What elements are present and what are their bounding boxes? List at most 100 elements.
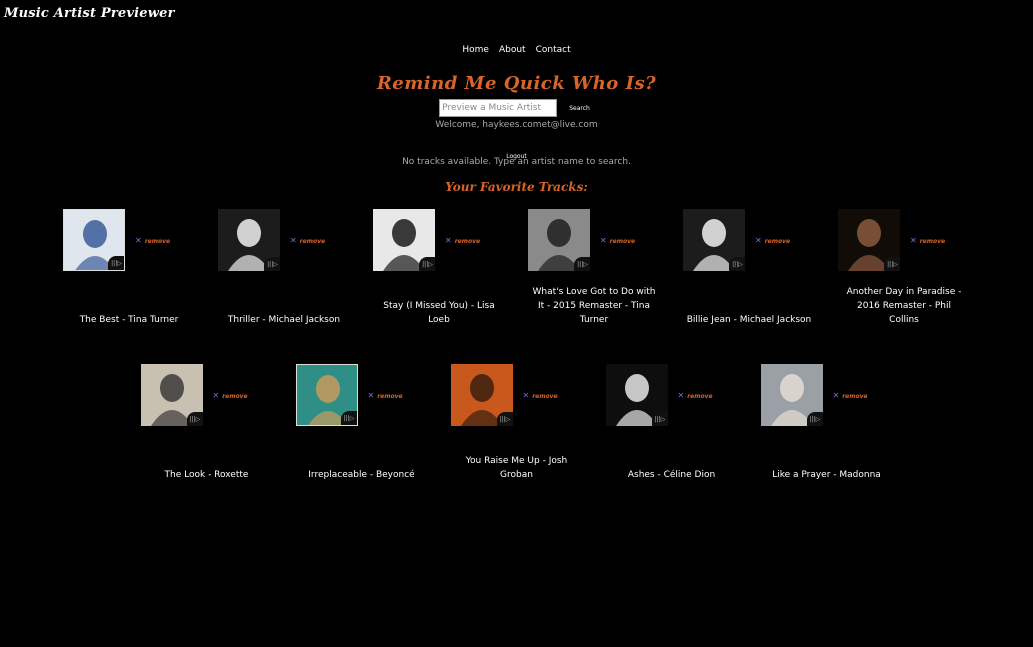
play-icon[interactable]: |||▷	[108, 256, 124, 270]
favorite-track-card: |||▷ ✕ remove Ashes - Céline Dion	[596, 364, 748, 484]
remove-label: remove	[532, 393, 558, 400]
app-title: Music Artist Previewer	[4, 6, 175, 21]
favorite-track-card: |||▷ ✕ remove The Best - Tina Turner	[53, 209, 205, 329]
play-icon[interactable]: |||▷	[574, 257, 590, 271]
track-title-container: Irreplaceable - Beyoncé	[286, 442, 438, 482]
track-title: You Raise Me Up - Josh Groban	[465, 456, 568, 480]
remove-track-button[interactable]: ✕ remove	[135, 236, 170, 245]
favorite-track-card: |||▷ ✕ remove What's Love Got to Do with It…	[518, 209, 670, 329]
close-icon: ✕	[910, 236, 917, 245]
play-icon[interactable]: |||▷	[884, 257, 900, 271]
remove-label: remove	[687, 393, 713, 400]
close-icon: ✕	[522, 391, 530, 400]
close-icon: ✕	[677, 391, 685, 400]
track-title-container: The Best - Tina Turner	[53, 287, 205, 327]
remove-label: remove	[299, 238, 326, 245]
welcome-message: Welcome, haykees.comet@live.com	[435, 120, 598, 130]
album-cover[interactable]: |||▷	[838, 209, 900, 271]
remove-track-button[interactable]: ✕ remove	[755, 236, 790, 245]
close-icon: ✕	[755, 236, 762, 245]
remove-label: remove	[454, 238, 481, 245]
remove-label: remove	[377, 393, 403, 400]
close-icon: ✕	[445, 236, 452, 245]
play-icon[interactable]: |||▷	[264, 257, 280, 271]
artist-search-input[interactable]	[439, 99, 558, 117]
album-cover[interactable]: |||▷	[760, 364, 823, 426]
close-icon: ✕	[135, 236, 142, 245]
remove-label: remove	[919, 238, 946, 245]
close-icon: ✕	[290, 236, 297, 245]
favorite-track-card: |||▷ ✕ remove You Raise Me Up - Josh Groban	[441, 364, 593, 484]
track-title: The Look - Roxette	[164, 470, 249, 480]
remove-track-button[interactable]: ✕ remove	[678, 391, 713, 400]
favorite-track-card: |||▷ ✕ remove Another Day in Paradise - 201…	[828, 209, 980, 329]
track-title-container: Thriller - Michael Jackson	[208, 287, 360, 327]
main-nav: Home About Contact	[0, 45, 1033, 55]
track-title: Billie Jean - Michael Jackson	[686, 315, 812, 325]
nav-home-link[interactable]: Home	[462, 45, 489, 55]
close-icon: ✕	[367, 391, 375, 400]
track-title-container: Stay (I Missed You) - Lisa Loeb	[363, 287, 515, 327]
album-cover[interactable]: |||▷	[373, 209, 435, 271]
album-cover[interactable]: |||▷	[528, 209, 590, 271]
track-title-container: You Raise Me Up - Josh Groban	[441, 442, 593, 482]
album-cover[interactable]: |||▷	[295, 364, 358, 426]
favorite-track-card: |||▷ ✕ remove Irreplaceable - Beyoncé	[286, 364, 438, 484]
search-button[interactable]: Search	[565, 105, 594, 112]
play-icon[interactable]: |||▷	[496, 412, 513, 426]
track-title-container: Like a Prayer - Madonna	[751, 442, 903, 482]
album-cover[interactable]: |||▷	[450, 364, 513, 426]
close-icon: ✕	[212, 391, 220, 400]
track-title: Thriller - Michael Jackson	[227, 315, 341, 325]
search-bar: Search	[0, 99, 1033, 117]
favorite-track-card: |||▷ ✕ remove Like a Prayer - Madonna	[751, 364, 903, 484]
play-icon[interactable]: |||▷	[806, 412, 823, 426]
favorite-track-card: |||▷ ✕ remove Billie Jean - Michael Jackson	[673, 209, 825, 329]
remove-label: remove	[609, 238, 636, 245]
no-tracks-message: No tracks available. Type an artist name…	[402, 157, 631, 167]
track-title-container: Another Day in Paradise - 2016 Remaster …	[828, 287, 980, 327]
remove-track-button[interactable]: ✕ remove	[368, 391, 403, 400]
remove-track-button[interactable]: ✕ remove	[445, 236, 480, 245]
track-title: Another Day in Paradise - 2016 Remaster …	[846, 287, 962, 325]
favorite-track-card: |||▷ ✕ remove Thriller - Michael Jackson	[208, 209, 360, 329]
play-icon[interactable]: |||▷	[186, 412, 203, 426]
track-title-container: The Look - Roxette	[131, 442, 283, 482]
remove-track-button[interactable]: ✕ remove	[600, 236, 635, 245]
nav-contact-link[interactable]: Contact	[536, 45, 571, 55]
play-icon[interactable]: |||▷	[419, 257, 435, 271]
play-icon[interactable]: |||▷	[340, 411, 357, 425]
track-title: Ashes - Céline Dion	[627, 470, 716, 480]
nav-about-link[interactable]: About	[499, 45, 526, 55]
favorite-track-card: |||▷ ✕ remove The Look - Roxette	[131, 364, 283, 484]
remove-label: remove	[764, 238, 791, 245]
track-title: What's Love Got to Do with It - 2015 Rem…	[532, 287, 656, 325]
play-icon[interactable]: |||▷	[729, 257, 745, 271]
album-cover[interactable]: |||▷	[683, 209, 745, 271]
remove-track-button[interactable]: ✕ remove	[213, 391, 248, 400]
favorites-heading: Your Favorite Tracks:	[445, 180, 588, 194]
favorite-track-card: |||▷ ✕ remove Stay (I Missed You) - Lisa Lo…	[363, 209, 515, 329]
remove-label: remove	[144, 238, 171, 245]
album-cover[interactable]: |||▷	[63, 209, 125, 271]
track-title-container: Ashes - Céline Dion	[596, 442, 748, 482]
remove-track-button[interactable]: ✕ remove	[523, 391, 558, 400]
track-title-container: Billie Jean - Michael Jackson	[673, 287, 825, 327]
album-cover[interactable]: |||▷	[140, 364, 203, 426]
remove-track-button[interactable]: ✕ remove	[833, 391, 868, 400]
favorites-row-2: |||▷ ✕ remove The Look - Roxette |||▷ ✕ remove…	[0, 364, 1033, 484]
track-title: The Best - Tina Turner	[79, 315, 179, 325]
remove-label: remove	[222, 393, 248, 400]
close-icon: ✕	[832, 391, 840, 400]
remove-track-button[interactable]: ✕ remove	[290, 236, 325, 245]
album-cover[interactable]: |||▷	[218, 209, 280, 271]
album-cover[interactable]: |||▷	[605, 364, 668, 426]
play-icon[interactable]: |||▷	[651, 412, 668, 426]
track-title: Like a Prayer - Madonna	[772, 470, 881, 480]
page-headline: Remind Me Quick Who Is?	[376, 73, 657, 94]
close-icon: ✕	[600, 236, 607, 245]
remove-label: remove	[842, 393, 868, 400]
track-title: Stay (I Missed You) - Lisa Loeb	[383, 301, 495, 325]
remove-track-button[interactable]: ✕ remove	[910, 236, 945, 245]
track-title: Irreplaceable - Beyoncé	[308, 470, 415, 480]
